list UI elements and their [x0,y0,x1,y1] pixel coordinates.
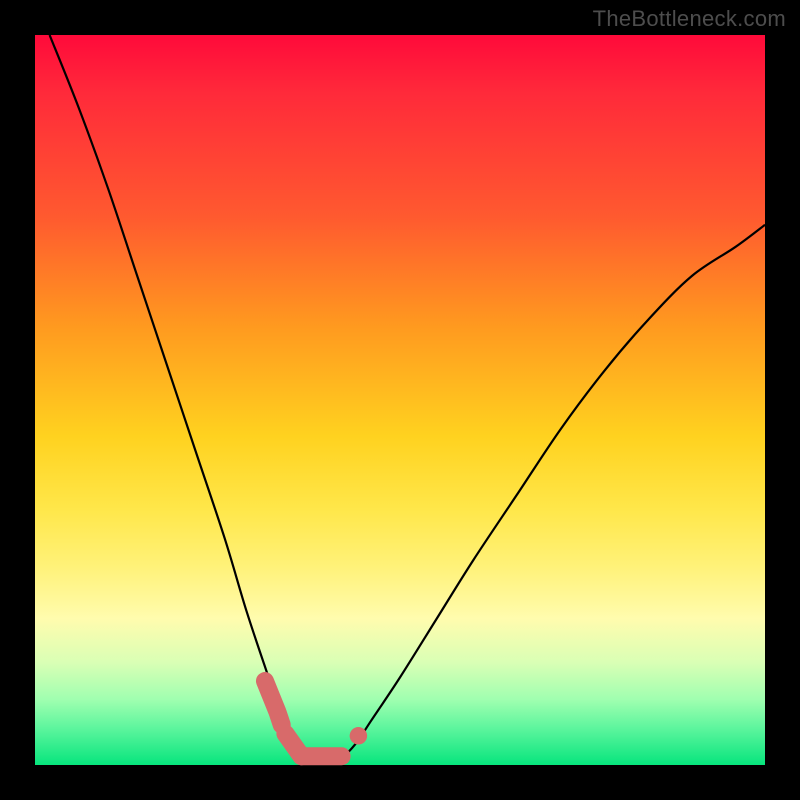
trough-dot [350,727,368,745]
watermark-text: TheBottleneck.com [593,6,786,32]
trough-marker [265,681,367,756]
plot-area [35,35,765,765]
chart-frame: TheBottleneck.com [0,0,800,800]
bottleneck-curve [50,35,765,762]
trough-segment [278,714,282,725]
chart-overlay [35,35,765,765]
